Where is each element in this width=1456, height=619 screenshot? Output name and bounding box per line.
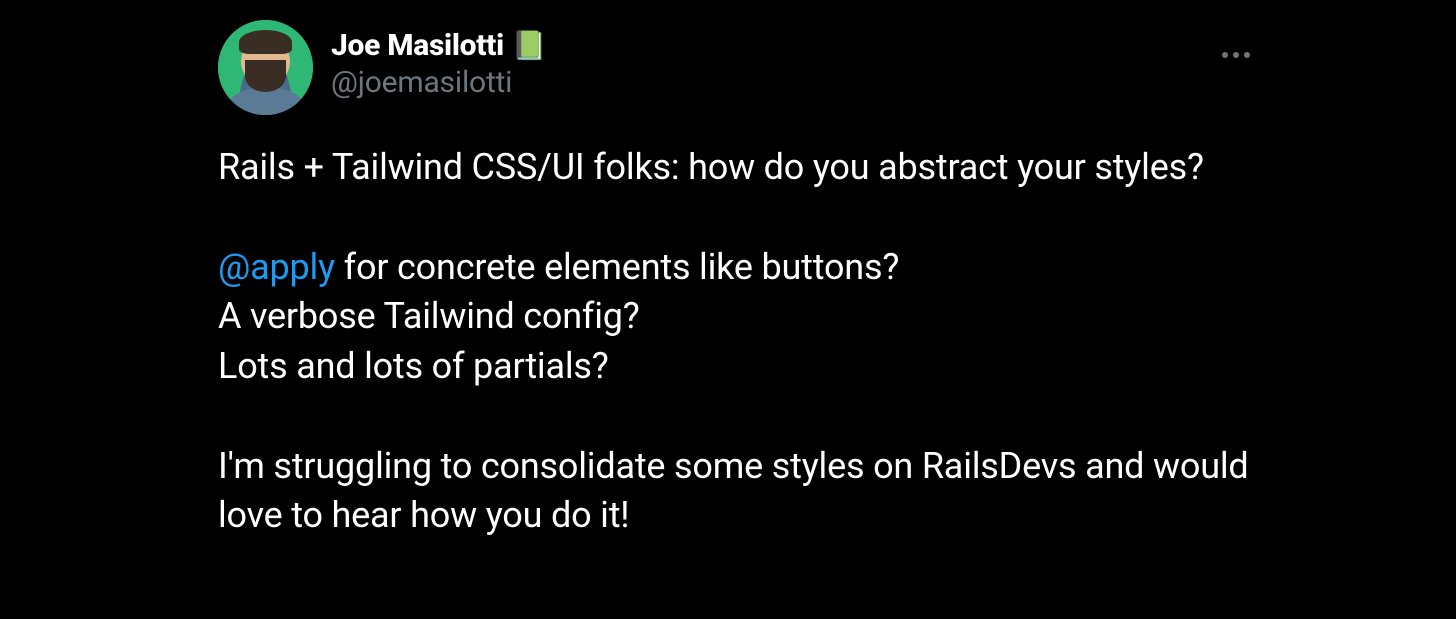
mention-link[interactable]: @apply <box>218 246 335 288</box>
user-info: Joe Masilotti 📗 @joemasilotti <box>331 20 547 100</box>
tweet-line: A verbose Tailwind config? <box>218 292 1256 342</box>
tweet-text: Rails + Tailwind CSS/UI folks: how do yo… <box>218 143 1256 541</box>
avatar[interactable] <box>218 20 313 115</box>
tweet-paragraph: @apply for concrete elements like button… <box>218 243 1256 392</box>
display-name-row[interactable]: Joe Masilotti 📗 <box>331 28 547 63</box>
user-handle[interactable]: @joemasilotti <box>331 65 547 100</box>
tweet-line: Rails + Tailwind CSS/UI folks: how do yo… <box>218 143 1256 193</box>
tweet-line: Lots and lots of partials? <box>218 342 1256 392</box>
more-horizontal-icon <box>1222 52 1250 58</box>
more-options-button[interactable] <box>1214 44 1258 66</box>
tweet: Joe Masilotti 📗 @joemasilotti Rails + Ta… <box>0 0 1456 561</box>
tweet-paragraph: Rails + Tailwind CSS/UI folks: how do yo… <box>218 143 1256 193</box>
tweet-header: Joe Masilotti 📗 @joemasilotti <box>218 20 1256 115</box>
tweet-line: @apply for concrete elements like button… <box>218 243 1256 293</box>
book-icon: 📗 <box>512 29 547 62</box>
tweet-paragraph: I'm struggling to consolidate some style… <box>218 442 1256 541</box>
display-name: Joe Masilotti <box>331 28 504 63</box>
tweet-line: I'm struggling to consolidate some style… <box>218 442 1256 541</box>
